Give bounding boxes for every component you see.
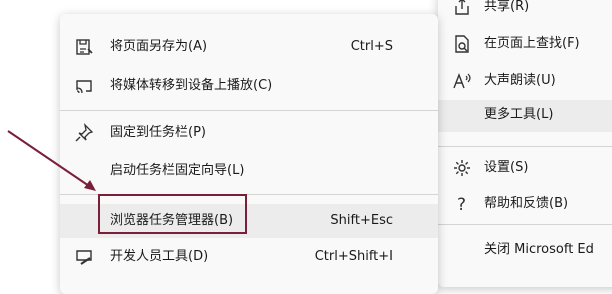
annotation-arrow bbox=[7, 130, 96, 191]
